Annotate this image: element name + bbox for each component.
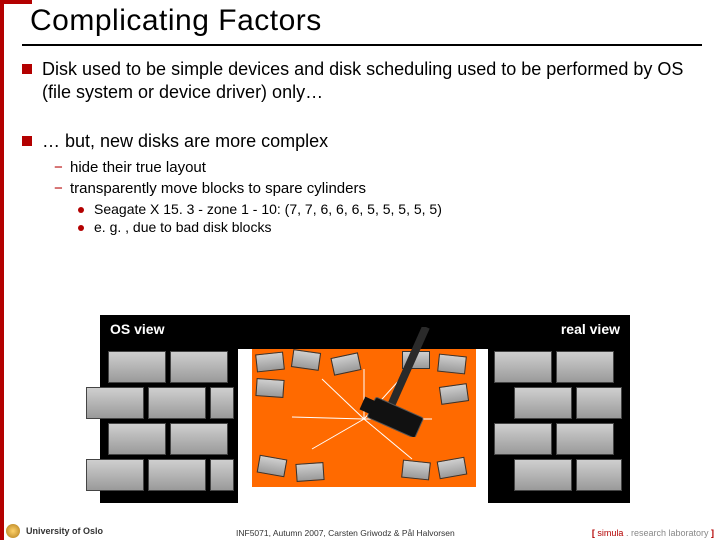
hammer-icon [352,327,472,437]
university-crest-icon [6,524,20,538]
sub-2: − transparently move blocks to spare cyl… [54,180,702,197]
bullet-dot-icon [78,225,84,231]
sub-2-text: transparently move blocks to spare cylin… [70,180,366,197]
subsublist: Seagate X 15. 3 - zone 1 - 10: (7, 7, 6,… [78,201,702,235]
bullet-dot-icon [78,207,84,213]
divider [238,349,252,503]
dash-icon: − [54,180,70,197]
sublist: − hide their true layout − transparently… [54,159,702,197]
subsub-2: e. g. , due to bad disk blocks [78,219,702,235]
lab-simula: simula [597,528,623,538]
figure-label-os: OS view [110,321,164,337]
divider [474,349,488,503]
sub-1: − hide their true layout [54,159,702,176]
footer-lab: [ simula . research laboratory ] [592,528,714,538]
bullet-2: … but, new disks are more complex [22,130,702,153]
subsub-1: Seagate X 15. 3 - zone 1 - 10: (7, 7, 6,… [78,201,702,217]
footer-course: INF5071, Autumn 2007, Carsten Griwodz & … [236,528,455,538]
brick-wall-real [494,351,622,499]
subsub-2-text: e. g. , due to bad disk blocks [94,219,271,235]
bullet-1: Disk used to be simple devices and disk … [22,58,702,104]
divider [252,487,476,503]
bullet-square-icon [22,64,32,74]
footer-university: University of Oslo [26,526,103,536]
dash-icon: − [54,159,70,176]
slide-content: Disk used to be simple devices and disk … [22,58,702,237]
bullet-square-icon [22,136,32,146]
comparison-figure: OS view real view [100,315,630,503]
page-title: Complicating Factors [30,4,702,38]
lab-research: research laboratory [631,528,709,538]
lab-dot: . [623,528,631,538]
bullet-2-text: … but, new disks are more complex [42,130,328,153]
subsub-1-text: Seagate X 15. 3 - zone 1 - 10: (7, 7, 6,… [94,201,442,217]
lab-bracket: ] [709,528,715,538]
bullet-1-text: Disk used to be simple devices and disk … [42,58,702,104]
brick-wall-os [108,351,232,499]
sub-1-text: hide their true layout [70,159,206,176]
title-bar: Complicating Factors [22,2,702,46]
accent-side [0,0,4,540]
footer: University of Oslo INF5071, Autumn 2007,… [0,522,720,540]
figure-label-real: real view [561,321,620,337]
